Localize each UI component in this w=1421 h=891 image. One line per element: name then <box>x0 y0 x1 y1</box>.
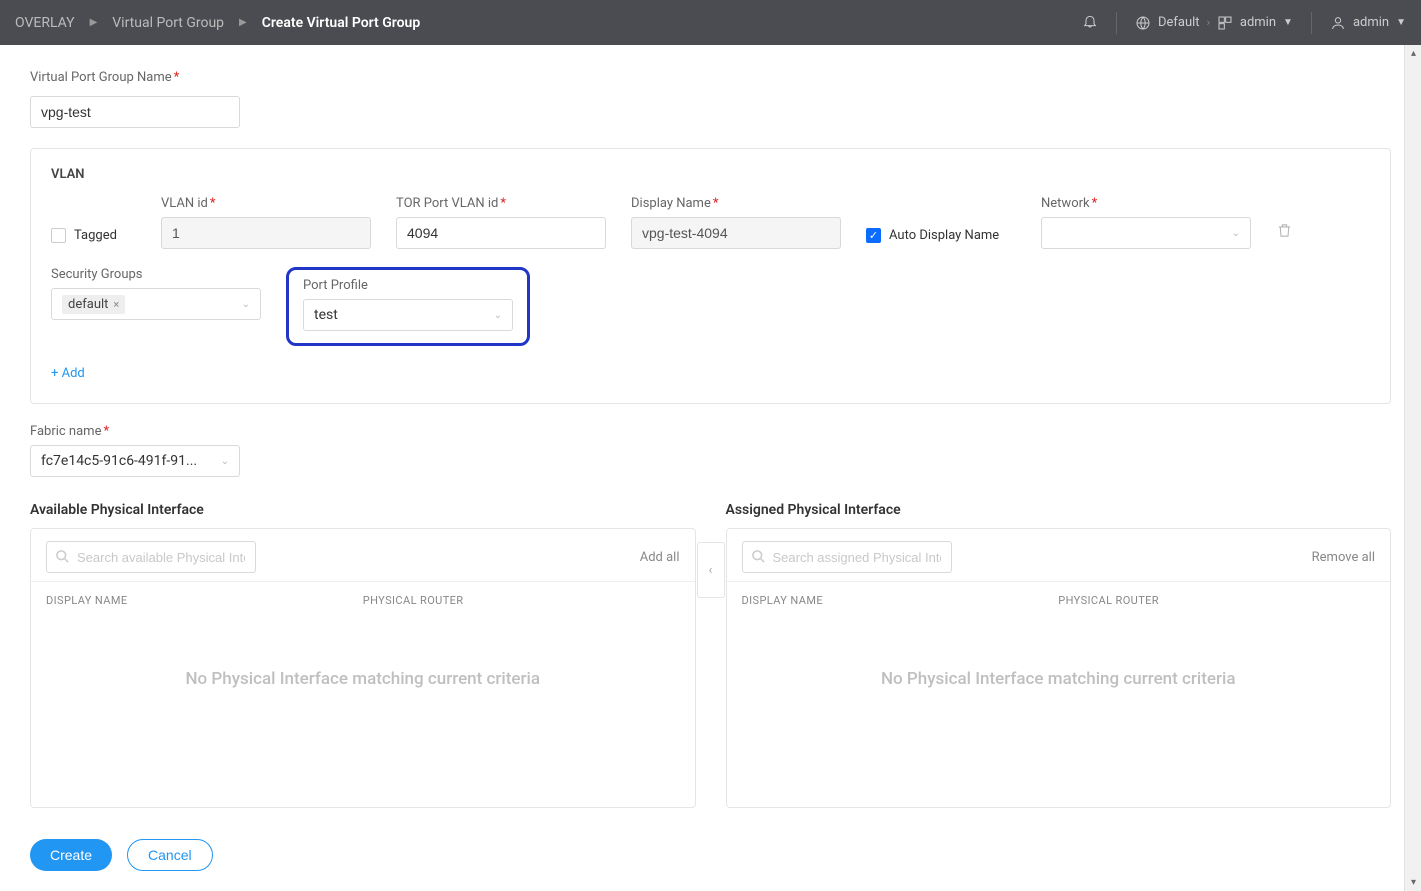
security-groups-select[interactable]: default × ⌄ <box>51 288 261 320</box>
col-display-name: DISPLAY NAME <box>46 594 363 607</box>
col-physical-router: PHYSICAL ROUTER <box>363 594 680 607</box>
user-menu[interactable]: admin ▼ <box>1330 15 1406 31</box>
tag-remove-icon[interactable]: × <box>113 298 119 311</box>
tag-label: default <box>68 297 108 312</box>
breadcrumb-level1[interactable]: Virtual Port Group <box>112 15 224 31</box>
fabric-value: fc7e14c5-91c6-491f-91... <box>41 453 197 469</box>
caret-down-icon: ⌄ <box>494 310 502 321</box>
transfer-divider: ‹ <box>696 502 726 808</box>
display-name-label: Display Name <box>631 196 841 211</box>
tor-port-label: TOR Port VLAN id <box>396 196 606 211</box>
scroll-down-icon[interactable]: ▾ <box>1405 874 1421 891</box>
chevron-left-icon: ‹ <box>709 563 713 578</box>
transfer-left-button[interactable]: ‹ <box>697 542 725 598</box>
vpg-name-label: Virtual Port Group Name <box>30 70 179 85</box>
caret-down-icon: ⌄ <box>242 299 250 310</box>
breadcrumb-current: Create Virtual Port Group <box>262 15 420 31</box>
security-group-tag: default × <box>62 295 125 314</box>
tagged-checkbox[interactable]: Tagged <box>51 228 136 243</box>
separator <box>1311 12 1312 34</box>
breadcrumb: OVERLAY ▶ Virtual Port Group ▶ Create Vi… <box>15 15 420 31</box>
assigned-empty-msg: No Physical Interface matching current c… <box>727 619 1391 739</box>
bell-icon[interactable] <box>1082 13 1098 33</box>
caret-down-icon: ⌄ <box>221 456 229 467</box>
caret-down-icon: ▼ <box>1283 17 1293 28</box>
checkbox-icon <box>51 228 66 243</box>
add-vlan-button[interactable]: + Add <box>51 366 85 381</box>
vlan-card: VLAN Tagged VLAN id TOR Port VLAN id <box>30 148 1391 404</box>
main-form: Virtual Port Group Name VLAN Tagged VLAN… <box>0 45 1421 891</box>
display-name-input <box>631 217 841 249</box>
port-profile-select[interactable]: test ⌄ <box>303 299 513 331</box>
col-display-name: DISPLAY NAME <box>742 594 1059 607</box>
project-icon <box>1217 15 1233 31</box>
trash-icon <box>1276 222 1293 239</box>
search-assigned-input[interactable] <box>742 541 952 573</box>
tor-port-input[interactable] <box>396 217 606 249</box>
caret-down-icon: ⌄ <box>1232 228 1240 239</box>
breadcrumb-root[interactable]: OVERLAY <box>15 15 75 31</box>
fabric-select[interactable]: fc7e14c5-91c6-491f-91... ⌄ <box>30 445 240 477</box>
auto-display-checkbox[interactable]: Auto Display Name <box>866 228 1016 243</box>
available-empty-msg: No Physical Interface matching current c… <box>31 619 695 739</box>
delete-row-button[interactable] <box>1276 222 1293 243</box>
scope-selector[interactable]: Default › admin ▼ <box>1135 15 1293 31</box>
add-all-button[interactable]: Add all <box>640 550 680 565</box>
auto-display-label: Auto Display Name <box>889 228 999 243</box>
tagged-label: Tagged <box>74 228 117 243</box>
top-bar: OVERLAY ▶ Virtual Port Group ▶ Create Vi… <box>0 0 1421 45</box>
security-groups-label: Security Groups <box>51 267 261 282</box>
fabric-label: Fabric name <box>30 424 109 439</box>
vlan-id-label: VLAN id <box>161 196 371 211</box>
cancel-button[interactable]: Cancel <box>127 839 213 871</box>
network-label: Network <box>1041 196 1251 211</box>
create-button[interactable]: Create <box>30 839 112 871</box>
chevron-right-icon: ▶ <box>90 17 98 28</box>
separator <box>1116 12 1117 34</box>
scroll-up-icon[interactable]: ▴ <box>1405 45 1421 62</box>
user-icon <box>1330 15 1346 31</box>
port-profile-highlight: Port Profile test ⌄ <box>286 267 530 346</box>
assigned-title: Assigned Physical Interface <box>726 502 1392 518</box>
checkbox-checked-icon <box>866 228 881 243</box>
network-select[interactable]: ⌄ <box>1041 217 1251 249</box>
globe-icon <box>1135 15 1151 31</box>
assigned-panel: Assigned Physical Interface Remove all D… <box>726 502 1392 808</box>
topbar-right: Default › admin ▼ admin ▼ <box>1082 12 1406 34</box>
scrollbar[interactable]: ▴ ▾ <box>1404 45 1421 891</box>
search-icon <box>55 549 70 568</box>
port-profile-label: Port Profile <box>303 278 513 293</box>
col-physical-router: PHYSICAL ROUTER <box>1058 594 1375 607</box>
chevron-right-icon: › <box>1207 16 1210 29</box>
available-title: Available Physical Interface <box>30 502 696 518</box>
search-icon <box>751 549 766 568</box>
search-available-input[interactable] <box>46 541 256 573</box>
chevron-right-icon: ▶ <box>239 17 247 28</box>
vlan-title: VLAN <box>51 167 1370 182</box>
scope-admin-label: admin <box>1240 15 1276 30</box>
user-label: admin <box>1353 15 1389 30</box>
footer: Create Cancel <box>0 824 1404 891</box>
vpg-name-input[interactable] <box>30 96 240 128</box>
remove-all-button[interactable]: Remove all <box>1312 550 1375 565</box>
available-panel: Available Physical Interface Add all DIS… <box>30 502 696 808</box>
scope-default-label: Default <box>1158 15 1200 30</box>
port-profile-value: test <box>314 307 338 323</box>
caret-down-icon: ▼ <box>1396 17 1406 28</box>
vlan-id-input <box>161 217 371 249</box>
